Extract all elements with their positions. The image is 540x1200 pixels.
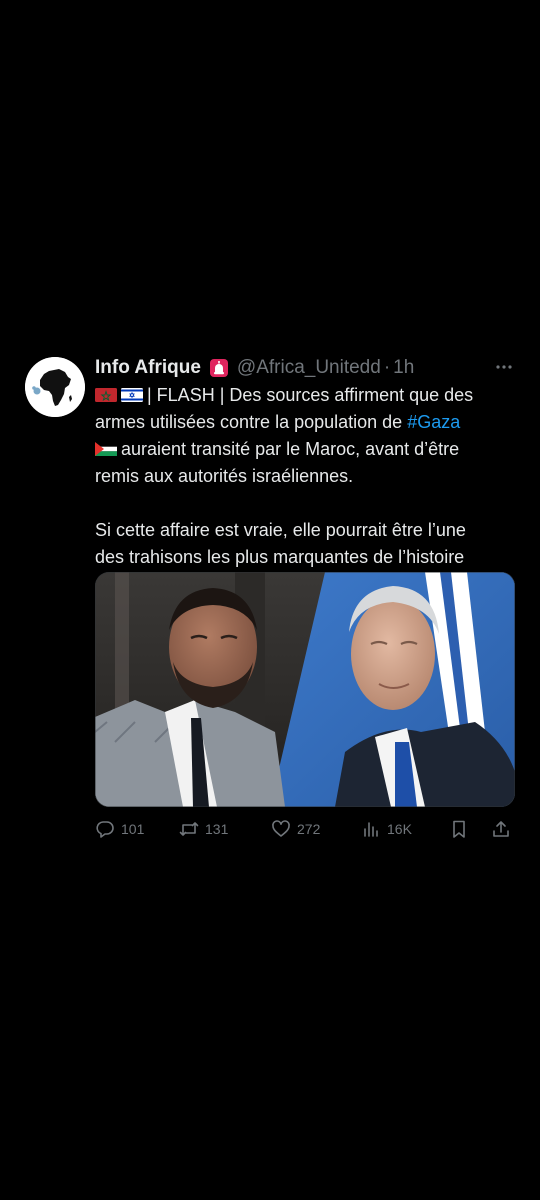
retweet-icon [179,822,199,836]
more-dots-icon[interactable] [494,360,514,374]
bookmark-icon [453,820,465,838]
tweet-photo[interactable] [95,572,515,807]
header-separator: · [383,357,391,378]
heart-icon [272,820,290,837]
siren-icon [209,358,229,378]
author-handle[interactable]: @Africa_Unitedd [237,357,381,379]
tweet-line-2: armes utilisées contre la population de … [95,409,520,436]
share-button[interactable] [491,818,511,840]
tweet-time[interactable]: 1h [393,357,414,379]
photo-two-men-image [95,572,515,807]
reply-button[interactable]: 101 [95,818,144,840]
israel-flag-icon [121,388,143,402]
hashtag-link[interactable]: #Gaza [407,412,460,432]
retweet-button[interactable]: 131 [179,818,228,840]
views-chart-icon [364,822,378,837]
tweet-actions: 101 131 272 16K [95,818,515,840]
tweet-text: | FLASH | Des sources affirment que des … [95,382,520,571]
tweet-card[interactable]: Info Afrique @Africa_Unitedd · 1h | FLAS… [0,352,540,852]
views-count: 16K [387,821,412,837]
reply-icon [96,821,114,838]
tweet-line-3-text: auraient transité par le Maroc, avant d’… [121,439,460,459]
like-button[interactable]: 272 [271,818,320,840]
morocco-flag-icon [95,388,117,402]
author-name[interactable]: Info Afrique [95,357,201,379]
tweet-line-3: auraient transité par le Maroc, avant d’… [95,436,520,463]
tweet-header: Info Afrique @Africa_Unitedd · 1h [95,355,414,381]
like-count: 272 [297,821,321,837]
tweet-line-2-text: armes utilisées contre la population de [95,412,408,432]
avatar[interactable] [25,357,85,417]
tweet-line-1: | FLASH | Des sources affirment que des [95,382,520,409]
tweet-line-1-text: | FLASH | Des sources affirment que des [147,385,474,405]
tweet-para2-line-2: des trahisons les plus marquantes de l’h… [95,547,465,567]
africa-map-icon [25,357,85,417]
tweet-para2-line-1: Si cette affaire est vraie, elle pourrai… [95,520,466,540]
views-button[interactable]: 16K [361,818,412,840]
tweet-line-4: remis aux autorités israéliennes. [95,466,354,486]
reply-count: 101 [121,821,145,837]
share-icon [493,821,509,837]
palestine-flag-icon [95,442,117,456]
retweet-count: 131 [205,821,229,837]
bookmark-button[interactable] [449,818,469,840]
